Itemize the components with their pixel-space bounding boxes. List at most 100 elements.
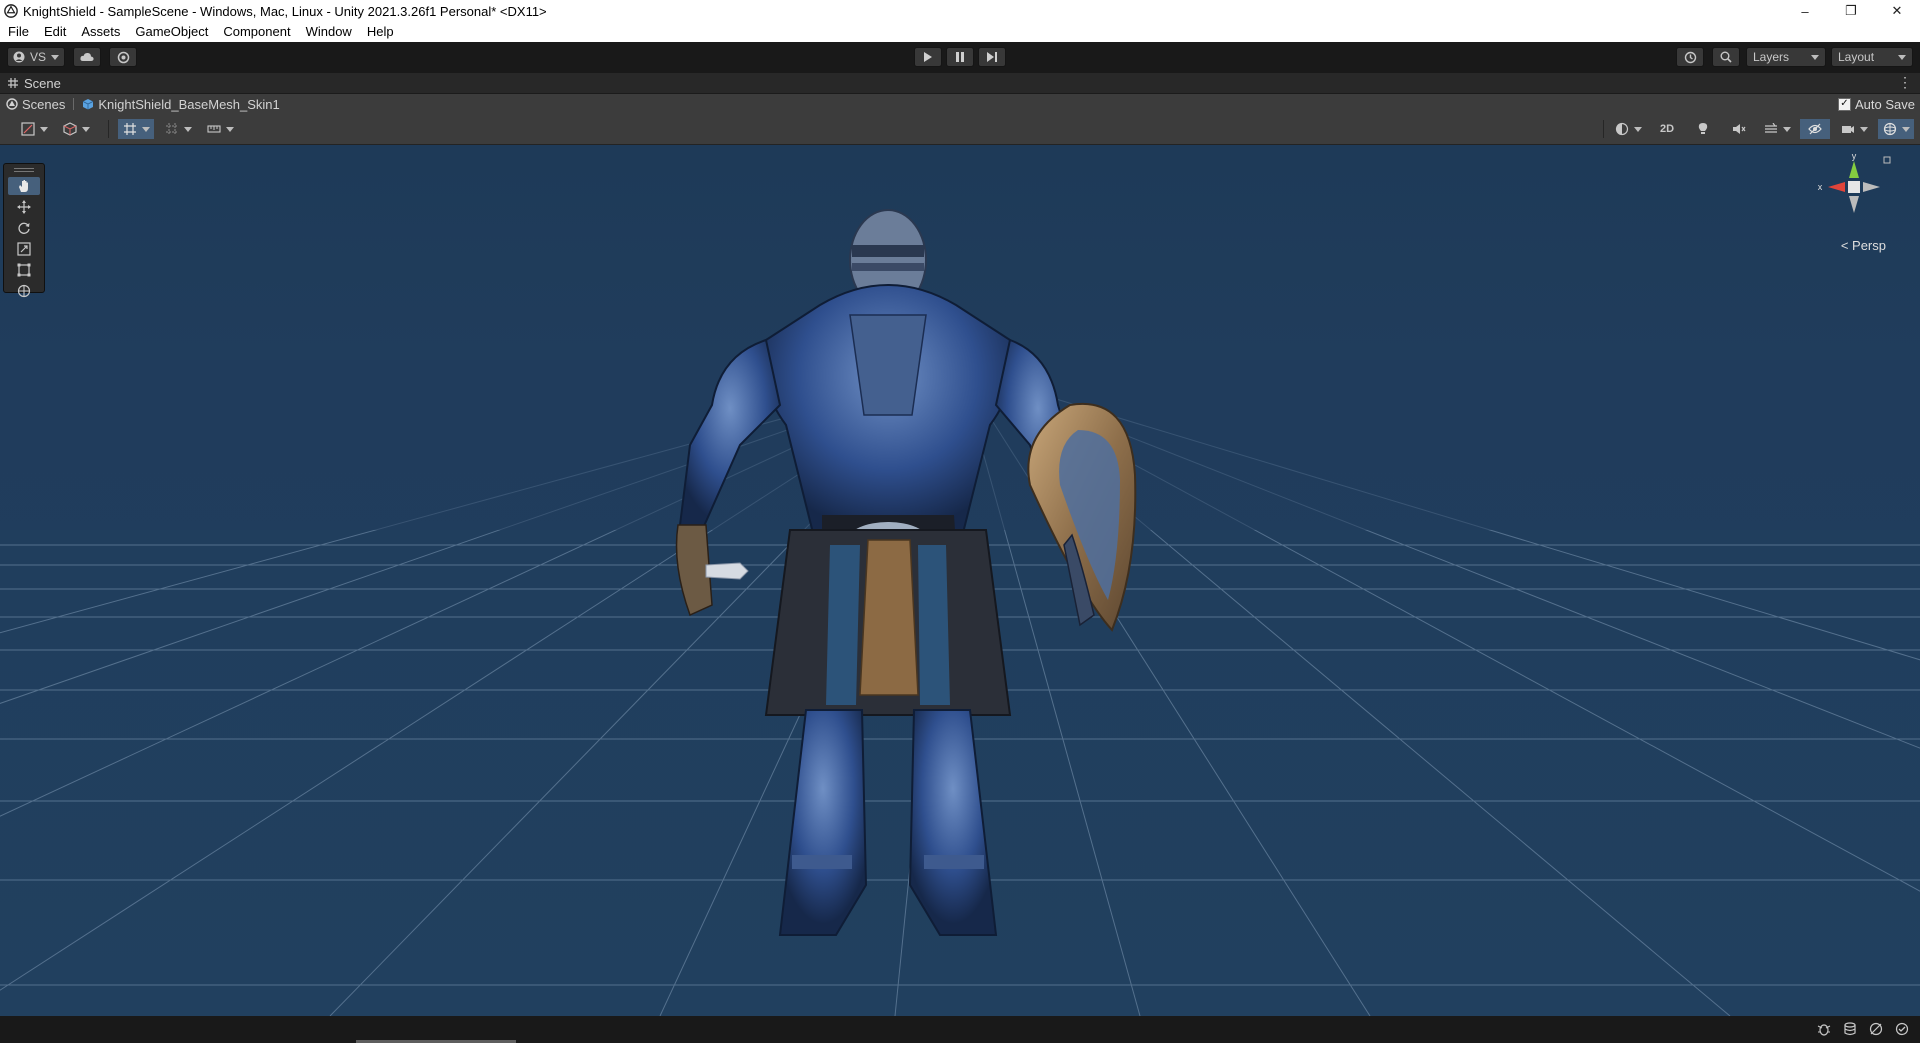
database-icon[interactable] bbox=[1842, 1021, 1858, 1037]
tab-bar: Scene ⋮ bbox=[0, 73, 1920, 94]
menu-edit[interactable]: Edit bbox=[36, 22, 73, 42]
chevron-down-icon bbox=[1811, 54, 1819, 60]
network-icon[interactable] bbox=[1868, 1021, 1884, 1037]
cube-render-icon bbox=[62, 122, 77, 136]
gizmos-dropdown[interactable] bbox=[1878, 119, 1914, 139]
persp-text: Persp bbox=[1852, 238, 1886, 253]
breadcrumb-divider bbox=[73, 98, 75, 110]
status-bar bbox=[0, 1016, 1920, 1043]
undo-history-button[interactable] bbox=[1676, 47, 1704, 67]
main-toolbar: VS Layers Layout bbox=[0, 42, 1920, 73]
menu-component[interactable]: Component bbox=[215, 22, 297, 42]
bug-icon[interactable] bbox=[1816, 1021, 1832, 1037]
step-icon bbox=[987, 52, 997, 62]
close-button[interactable]: ✕ bbox=[1874, 0, 1920, 22]
cloud-icon bbox=[80, 52, 94, 61]
effects-dropdown[interactable] bbox=[1760, 119, 1794, 139]
account-dropdown[interactable]: VS bbox=[7, 47, 65, 67]
hand-tool-button[interactable] bbox=[8, 177, 40, 195]
render-mode-dropdown[interactable] bbox=[58, 119, 94, 139]
gizmo-neg-x-axis[interactable] bbox=[1863, 182, 1880, 192]
gizmo-center-cube[interactable] bbox=[1848, 181, 1860, 193]
check-circle-icon[interactable] bbox=[1894, 1021, 1910, 1037]
cloud-button[interactable] bbox=[73, 47, 101, 67]
gizmo-y-label: y bbox=[1852, 153, 1857, 161]
breadcrumb: Scenes KnightShield_BaseMesh_Skin1 ✓ Aut… bbox=[0, 94, 1920, 114]
menu-assets[interactable]: Assets bbox=[73, 22, 127, 42]
snap-increment-dropdown[interactable] bbox=[160, 119, 196, 139]
play-button[interactable] bbox=[914, 47, 942, 67]
lightbulb-icon bbox=[1698, 123, 1708, 134]
chevron-down-icon bbox=[183, 126, 192, 132]
scene-view-toolbar: 2D bbox=[0, 114, 1920, 145]
gizmo-neg-y-axis[interactable] bbox=[1849, 196, 1859, 213]
tab-scene[interactable]: Scene bbox=[0, 73, 71, 93]
collab-button[interactable] bbox=[109, 47, 137, 67]
draw-mode-icon bbox=[20, 122, 35, 136]
camera-icon bbox=[1841, 126, 1854, 133]
audio-toggle[interactable] bbox=[1724, 119, 1754, 139]
settings-gear-icon bbox=[117, 51, 129, 63]
gizmo-x-axis[interactable] bbox=[1828, 182, 1845, 192]
chevron-down-icon bbox=[39, 126, 48, 132]
gizmo-sphere-icon bbox=[1883, 122, 1896, 136]
grid-toggle[interactable] bbox=[118, 119, 154, 139]
transform-tool-button[interactable] bbox=[8, 282, 40, 300]
menu-help[interactable]: Help bbox=[359, 22, 401, 42]
history-icon bbox=[1684, 51, 1696, 63]
layers-dropdown[interactable]: Layers bbox=[1746, 47, 1826, 67]
rect-tool-button[interactable] bbox=[8, 261, 40, 279]
menu-file[interactable]: File bbox=[0, 22, 36, 42]
auto-save-toggle[interactable]: ✓ Auto Save bbox=[1838, 94, 1915, 114]
prefab-cube-icon bbox=[83, 99, 94, 110]
menu-gameobject[interactable]: GameObject bbox=[127, 22, 215, 42]
maximize-button[interactable]: ❐ bbox=[1828, 0, 1874, 22]
tool-palette bbox=[3, 163, 45, 298]
lighting-toggle[interactable] bbox=[1688, 119, 1718, 139]
persp-label[interactable]: < Persp bbox=[1841, 238, 1886, 253]
unity-logo-icon bbox=[4, 4, 18, 18]
chevron-down-icon bbox=[1782, 126, 1791, 132]
search-button[interactable] bbox=[1712, 47, 1740, 67]
gizmo-y-axis[interactable] bbox=[1849, 161, 1859, 178]
orientation-gizmo[interactable]: y x bbox=[1814, 153, 1894, 233]
unity-scene-icon bbox=[6, 98, 18, 110]
scene-canvas bbox=[0, 145, 1920, 1016]
step-button[interactable] bbox=[978, 47, 1006, 67]
breadcrumb-prefab[interactable]: KnightShield_BaseMesh_Skin1 bbox=[98, 97, 279, 112]
camera-settings-dropdown[interactable] bbox=[1836, 119, 1872, 139]
gizmo-x-label: x bbox=[1818, 182, 1823, 192]
ruler-icon bbox=[206, 125, 221, 133]
2d-toggle[interactable]: 2D bbox=[1652, 119, 1682, 139]
move-arrows-icon bbox=[17, 200, 31, 214]
draw-mode-dropdown[interactable] bbox=[16, 119, 52, 139]
shading-dropdown[interactable] bbox=[1610, 119, 1646, 139]
rotate-icon bbox=[18, 222, 30, 234]
breadcrumb-scenes[interactable]: Scenes bbox=[22, 97, 65, 112]
scale-icon bbox=[17, 242, 31, 256]
layout-dropdown[interactable]: Layout bbox=[1831, 47, 1913, 67]
toolbar-separator bbox=[1603, 120, 1604, 138]
chevron-down-icon bbox=[1898, 54, 1906, 60]
audio-mute-icon bbox=[1733, 124, 1746, 134]
transform-icon bbox=[17, 284, 31, 298]
pause-button[interactable] bbox=[946, 47, 974, 67]
auto-save-label: Auto Save bbox=[1855, 96, 1915, 112]
chevron-down-icon bbox=[81, 126, 90, 132]
scene-visibility-toggle[interactable] bbox=[1800, 119, 1830, 139]
grid-plane-dropdown[interactable] bbox=[202, 119, 238, 139]
more-options-icon[interactable]: ⋮ bbox=[1898, 75, 1912, 89]
gizmo-lock-icon[interactable] bbox=[1883, 156, 1891, 164]
rotate-tool-button[interactable] bbox=[8, 219, 40, 237]
grid-snap-icon bbox=[123, 123, 136, 135]
move-tool-button[interactable] bbox=[8, 198, 40, 216]
palette-drag-handle[interactable] bbox=[14, 168, 34, 172]
auto-save-checkbox[interactable]: ✓ bbox=[1838, 97, 1851, 111]
scene-viewport[interactable]: y x < Persp bbox=[0, 145, 1920, 1016]
scale-tool-button[interactable] bbox=[8, 240, 40, 258]
menu-window[interactable]: Window bbox=[298, 22, 359, 42]
search-icon bbox=[1720, 51, 1732, 63]
snap-icon bbox=[165, 123, 178, 135]
play-icon bbox=[924, 52, 932, 62]
minimize-button[interactable]: – bbox=[1782, 0, 1828, 22]
